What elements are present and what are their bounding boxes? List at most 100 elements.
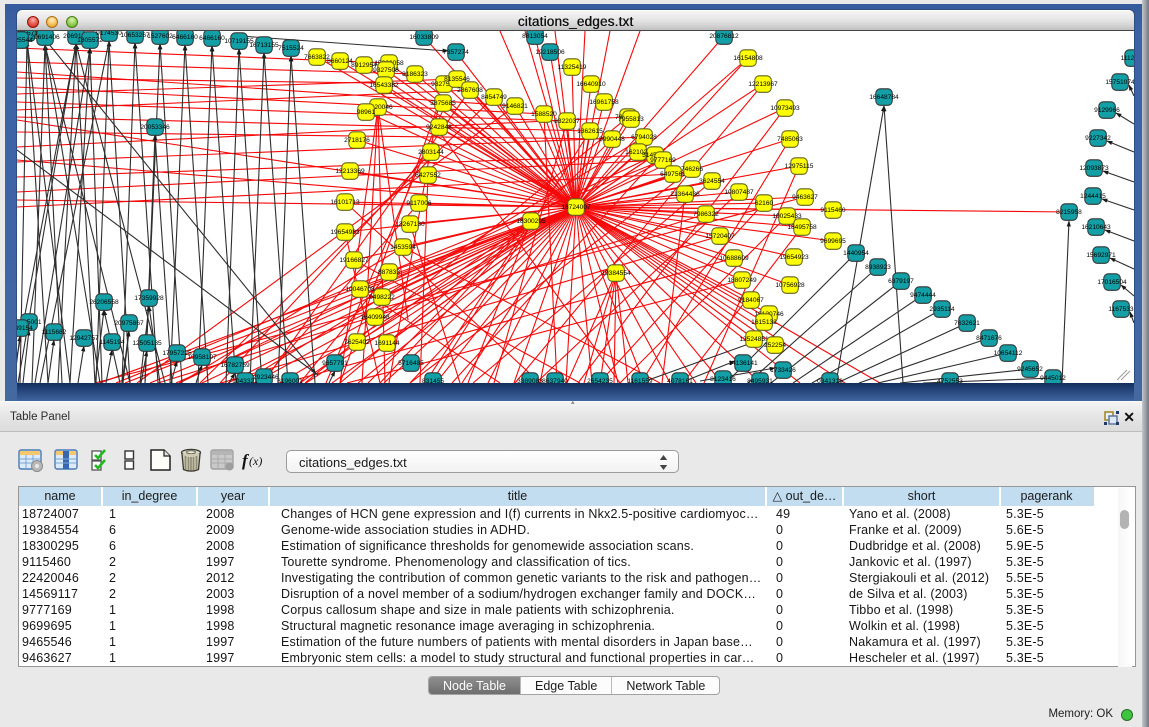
svg-text:16543382: 16543382 [369,82,399,89]
svg-text:9184067: 9184067 [738,297,764,304]
svg-text:8322037: 8322037 [554,118,580,125]
svg-text:12942757: 12942757 [69,335,99,342]
svg-text:1145194: 1145194 [99,339,125,346]
svg-text:16961758: 16961758 [589,99,619,106]
svg-text:17359928: 17359928 [134,295,164,302]
svg-text:8215958: 8215958 [1056,209,1082,216]
svg-text:1939154: 1939154 [17,325,33,332]
svg-text:16210643: 16210643 [1081,224,1111,231]
svg-text:746266: 746266 [681,166,703,173]
svg-text:9474444: 9474444 [910,292,936,299]
svg-text:7625402: 7625402 [344,339,370,346]
svg-text:6379197: 6379197 [888,278,914,285]
svg-text:887833: 887833 [378,269,400,276]
svg-text:16409948: 16409948 [360,314,390,321]
svg-text:10654112: 10654112 [994,350,1023,357]
svg-text:12213369: 12213369 [335,168,365,175]
svg-text:9146821: 9146821 [502,103,528,110]
svg-text:9463627: 9463627 [792,194,818,201]
svg-text:1167533: 1167533 [1108,306,1134,313]
svg-text:16101713: 16101713 [330,199,360,206]
svg-text:20053346: 20053346 [140,124,170,131]
svg-text:18300295: 18300295 [516,218,546,225]
svg-text:2935114: 2935114 [929,306,955,313]
svg-text:2803144: 2803144 [418,149,444,156]
svg-text:16782759: 16782759 [220,362,250,369]
svg-text:12213967: 12213967 [748,81,778,88]
svg-text:18807249: 18807249 [727,277,757,284]
svg-text:10688609: 10688609 [719,255,749,262]
svg-text:8454749: 8454749 [481,94,507,101]
svg-text:62160: 62160 [755,200,774,207]
svg-text:1691144: 1691144 [374,340,400,347]
svg-text:9657791: 9657791 [322,360,348,367]
svg-text:8471676: 8471676 [976,335,1002,342]
svg-text:3875685: 3875685 [430,100,456,107]
svg-text:9699695: 9699695 [820,238,846,245]
svg-text:(x): (x) [249,454,262,468]
svg-text:19384554: 19384554 [601,270,631,277]
svg-text:12093873: 12093873 [1079,165,1109,172]
svg-text:9327508: 9327508 [373,67,399,74]
svg-text:7955813: 7955813 [618,116,644,123]
svg-text:9245652: 9245652 [1017,366,1043,373]
svg-text:9117006: 9117006 [406,200,432,207]
svg-text:9498222: 9498222 [369,294,395,301]
svg-text:12975115: 12975115 [785,163,814,170]
svg-text:3624554: 3624554 [699,178,725,185]
svg-text:8938923: 8938923 [865,264,891,271]
svg-text:16640910: 16640910 [576,81,606,88]
svg-text:1527602: 1527602 [147,33,173,40]
svg-text:20975867: 20975867 [114,320,144,327]
svg-text:1440954: 1440954 [843,250,869,257]
svg-text:7632621: 7632621 [954,320,980,327]
svg-text:20691406: 20691406 [30,34,60,41]
svg-text:8427552: 8427552 [415,172,441,179]
svg-text:1362615: 1362615 [577,128,603,135]
svg-text:10653267: 10653267 [120,32,150,39]
svg-text:8123416: 8123416 [710,376,736,383]
svg-text:9777169: 9777169 [650,157,676,164]
svg-text:11325419: 11325419 [558,64,587,71]
svg-text:26206558: 26206558 [89,299,119,306]
svg-text:9242848: 9242848 [426,124,452,131]
svg-text:5716485: 5716485 [398,360,424,367]
svg-text:6794028: 6794028 [631,134,657,141]
svg-text:15720407: 15720407 [705,233,735,240]
svg-text:8813054: 8813054 [522,33,548,40]
svg-text:1805572: 1805572 [77,37,103,44]
svg-text:19654983: 19654983 [330,229,360,236]
svg-text:19654923: 19654923 [779,254,809,261]
svg-text:12505135: 12505135 [132,340,162,347]
svg-text:18724007: 18724007 [561,204,591,211]
svg-text:98961: 98961 [357,109,376,116]
svg-text:10046708: 10046708 [345,286,375,293]
svg-text:7485063: 7485063 [777,136,803,143]
svg-text:15692971: 15692971 [1086,252,1116,259]
svg-text:20876812: 20876812 [709,33,739,40]
svg-text:9174530: 9174530 [96,31,122,37]
svg-text:8186323: 8186323 [402,71,428,78]
svg-text:1115682: 1115682 [42,329,67,336]
svg-text:7357274: 7357274 [443,49,469,56]
svg-text:252254: 252254 [764,342,786,349]
svg-text:1244415: 1244415 [1080,193,1106,200]
svg-text:10807487: 10807487 [724,189,754,196]
svg-text:9125544: 9125544 [17,37,33,44]
svg-text:16033809: 16033809 [409,34,439,41]
svg-text:9227342: 9227342 [1085,135,1111,142]
svg-text:8990448: 8990448 [599,136,625,143]
svg-text:18495758: 18495758 [787,224,817,231]
svg-text:2867608: 2867608 [457,87,483,94]
svg-text:8660124: 8660124 [327,58,353,65]
svg-text:19166827: 19166827 [339,257,369,264]
svg-text:13267130: 13267130 [395,221,425,228]
svg-text:1588520: 1588520 [531,111,557,118]
svg-text:10973493: 10973493 [770,105,800,112]
svg-text:10756928: 10756928 [775,282,805,289]
svg-text:1453594: 1453594 [390,244,416,251]
svg-text:9115460: 9115460 [820,207,846,214]
svg-text:14136141: 14136141 [728,360,758,367]
svg-text:15751074: 15751074 [1105,79,1134,86]
svg-text:16713155: 16713155 [249,42,279,49]
